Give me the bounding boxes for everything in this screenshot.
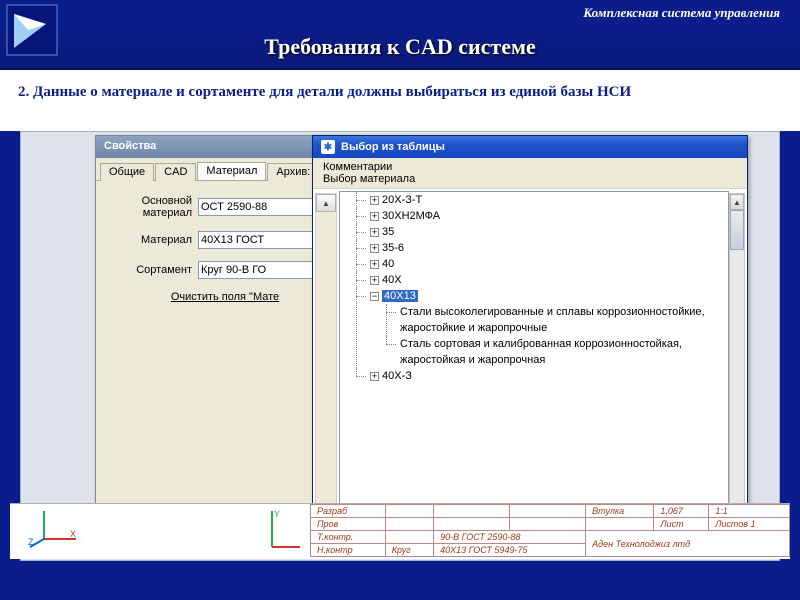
expand-icon[interactable]: + bbox=[370, 212, 379, 221]
clear-material-link[interactable]: Очистить поля "Мате bbox=[104, 291, 346, 303]
company-logo bbox=[6, 4, 58, 56]
table-row: Пров Лист Листов 1 bbox=[311, 518, 790, 531]
tab-material[interactable]: Материал bbox=[197, 162, 266, 180]
table-select-window: ✱ Выбор из таблицы Комментарии Выбор мат… bbox=[312, 135, 748, 535]
tree-node[interactable]: +40Х bbox=[356, 272, 728, 288]
scroll-up-button[interactable]: ▲ bbox=[730, 194, 744, 210]
drawing-title-block: XZ Y Разраб Втулка 1,067 1:1 Пров Лист Л… bbox=[10, 503, 790, 559]
material-label: Материал bbox=[104, 234, 198, 246]
menu-select-material[interactable]: Выбор материала bbox=[323, 173, 415, 185]
tree-subnode[interactable]: Сталь сортовая и калиброванная коррозион… bbox=[386, 336, 728, 368]
table-select-titlebar[interactable]: ✱ Выбор из таблицы bbox=[313, 136, 747, 158]
table-select-title: Выбор из таблицы bbox=[341, 141, 445, 153]
table-row: Т.контр. 90-В ГОСТ 2590-88 Аден Технолод… bbox=[311, 531, 790, 544]
tree-node-expanded[interactable]: −40Х13 Стали высоколегированные и сплавы… bbox=[356, 288, 728, 368]
expand-icon[interactable]: + bbox=[370, 196, 379, 205]
page-title: Требования к CAD системе bbox=[0, 28, 800, 70]
tree-node[interactable]: +20Х-З-Т bbox=[356, 192, 728, 208]
svg-text:Y: Y bbox=[274, 509, 280, 519]
expand-icon[interactable]: + bbox=[370, 372, 379, 381]
scroll-thumb[interactable] bbox=[730, 210, 744, 250]
tree-node-selected[interactable]: 40Х13 bbox=[382, 290, 418, 302]
svg-text:X: X bbox=[70, 529, 76, 539]
collapse-icon[interactable]: − bbox=[370, 292, 379, 301]
expand-icon[interactable]: + bbox=[370, 244, 379, 253]
axis-y-icon: Y bbox=[264, 507, 304, 551]
tree-node[interactable]: +30ХН2МФА bbox=[356, 208, 728, 224]
expand-icon[interactable]: + bbox=[370, 228, 379, 237]
material-tree[interactable]: +20Х-З-Т +30ХН2МФА +35 +35-6 +40 +40Х −4… bbox=[339, 191, 729, 527]
left-scrollbar[interactable]: ▲ ▼ bbox=[315, 193, 337, 525]
tree-node[interactable]: +35 bbox=[356, 224, 728, 240]
assortment-label: Сортамент bbox=[104, 264, 198, 276]
vertical-scrollbar[interactable]: ▲ ▼ bbox=[729, 193, 745, 525]
tree-subnode[interactable]: Стали высоколегированные и сплавы корроз… bbox=[386, 304, 728, 336]
expand-icon[interactable]: + bbox=[370, 260, 379, 269]
table-row: Разраб Втулка 1,067 1:1 bbox=[311, 505, 790, 518]
main-material-label: Основной материал bbox=[104, 195, 198, 219]
scroll-up-button[interactable]: ▲ bbox=[316, 194, 336, 212]
tree-node[interactable]: +40Х-З bbox=[356, 368, 728, 384]
tab-general[interactable]: Общие bbox=[100, 163, 154, 181]
table-select-menubar: Комментарии Выбор материала bbox=[313, 158, 747, 189]
tab-cad[interactable]: CAD bbox=[155, 163, 196, 181]
tree-node[interactable]: +35-6 bbox=[356, 240, 728, 256]
expand-icon[interactable]: + bbox=[370, 276, 379, 285]
system-name: Комплексная система управления bbox=[0, 0, 800, 28]
page-subtitle: 2. Данные о материале и сортаменте для д… bbox=[0, 70, 800, 131]
svg-text:Z: Z bbox=[28, 537, 34, 547]
app-icon: ✱ bbox=[321, 140, 335, 154]
axis-3d-icon: XZ bbox=[26, 505, 86, 549]
menu-comments[interactable]: Комментарии bbox=[323, 161, 392, 173]
tree-node[interactable]: +40 bbox=[356, 256, 728, 272]
